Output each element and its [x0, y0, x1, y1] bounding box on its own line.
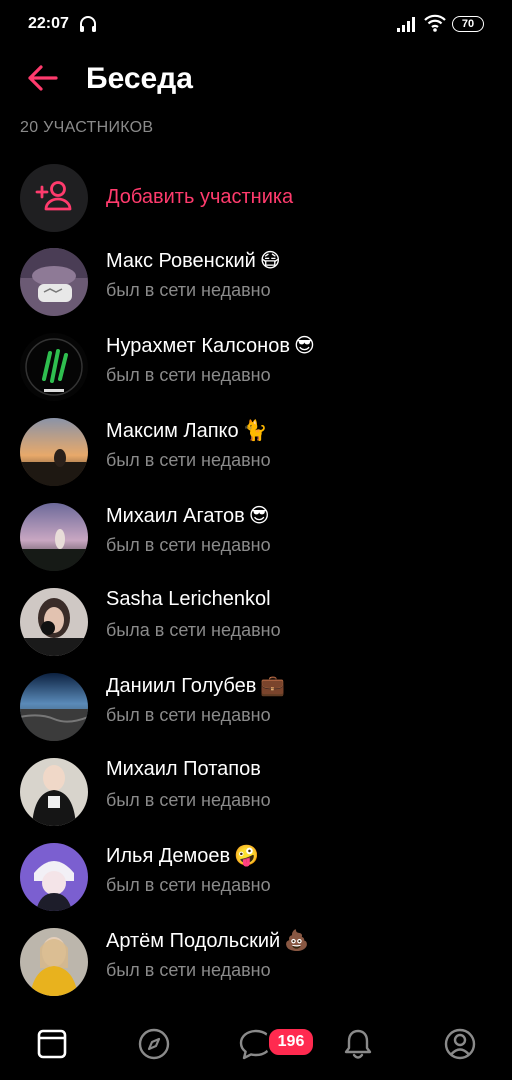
member-status: был в сети недавно — [106, 875, 271, 895]
member-item[interactable]: Михаил Потапов был в сети недавно — [0, 754, 512, 830]
status-time: 22:07 — [28, 15, 69, 32]
member-name: Максим Лапко 🐈 — [106, 420, 268, 442]
headphones-icon — [78, 14, 98, 39]
member-status: был в сети недавно — [106, 365, 271, 385]
member-item[interactable]: Даниил Голубев 💼 был в сети недавно — [0, 669, 512, 745]
avatar — [20, 673, 88, 741]
member-name: Sasha Lerichenkol — [106, 588, 271, 610]
member-name: Михаил Потапов — [106, 758, 261, 780]
add-member-label: Добавить участника — [106, 186, 294, 208]
signal-icon — [396, 15, 418, 38]
member-item[interactable]: Максим Лапко 🐈 был в сети недавно — [0, 414, 512, 490]
bottom-nav: 196 — [0, 1010, 512, 1080]
member-status: был в сети недавно — [106, 960, 271, 980]
member-item[interactable]: Макс Ровенский 😷 был в сети недавно — [0, 244, 512, 320]
avatar — [20, 758, 88, 826]
feed-icon — [36, 1028, 68, 1065]
profile-icon — [443, 1027, 477, 1066]
avatar — [20, 418, 88, 486]
member-status: был в сети недавно — [106, 705, 271, 725]
nav-profile[interactable] — [438, 1024, 482, 1068]
member-status: был в сети недавно — [106, 450, 271, 470]
member-name: Артём Подольский 💩 — [106, 930, 310, 952]
battery-level: 70 — [461, 17, 475, 30]
member-name: Даниил Голубев 💼 — [106, 675, 286, 697]
avatar — [20, 843, 88, 911]
back-button[interactable] — [22, 60, 62, 100]
member-item[interactable]: Нурахмет Калсонов 😎 был в сети недавно — [0, 329, 512, 405]
participants-count: 20 УЧАСТНИКОВ — [20, 119, 154, 136]
add-member-button[interactable]: Добавить участника — [0, 162, 512, 234]
avatar — [20, 588, 88, 656]
member-name: Михаил Агатов 😎 — [106, 505, 270, 527]
discover-icon — [137, 1027, 171, 1066]
avatar — [20, 503, 88, 571]
member-item[interactable]: Илья Демоев 🤪 был в сети недавно — [0, 839, 512, 915]
member-status: был в сети недавно — [106, 790, 271, 810]
member-name: Илья Демоев 🤪 — [106, 845, 260, 867]
battery-icon: 70 — [452, 16, 484, 32]
notifications-icon — [342, 1027, 374, 1066]
arrow-left-icon — [26, 64, 58, 97]
messages-badge: 196 — [266, 1026, 316, 1058]
add-member-circle — [20, 164, 88, 232]
status-bar: 22:07 70 — [0, 0, 512, 50]
member-item[interactable]: Артём Подольский 💩 был в сети недавно — [0, 924, 512, 1000]
avatar — [20, 928, 88, 996]
member-name: Нурахмет Калсонов 😎 — [106, 335, 315, 357]
avatar — [20, 248, 88, 316]
nav-discover[interactable] — [132, 1024, 176, 1068]
avatar — [20, 333, 88, 401]
member-item[interactable]: Sasha Lerichenkol была в сети недавно — [0, 584, 512, 660]
member-name: Макс Ровенский 😷 — [106, 250, 281, 272]
member-item[interactable]: Михаил Агатов 😎 был в сети недавно — [0, 499, 512, 575]
member-status: была в сети недавно — [106, 620, 281, 640]
wifi-icon — [424, 13, 446, 38]
nav-feed[interactable] — [30, 1024, 74, 1068]
member-status: был в сети недавно — [106, 535, 271, 555]
nav-notifications[interactable] — [336, 1024, 380, 1068]
member-status: был в сети недавно — [106, 280, 271, 300]
add-user-icon — [34, 179, 74, 218]
page-title: Беседа — [86, 62, 193, 95]
